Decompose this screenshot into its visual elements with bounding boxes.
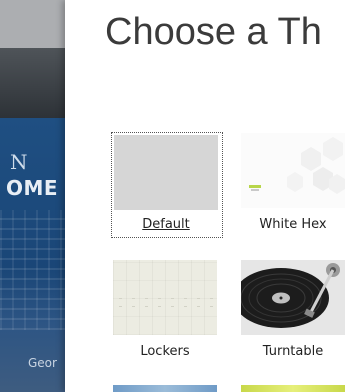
theme-label-default[interactable]: Default (114, 217, 218, 232)
background-band (0, 48, 65, 118)
theme-thumbnail-turntable[interactable] (241, 260, 345, 335)
theme-thumbnail-default[interactable] (114, 135, 218, 210)
theme-chooser-modal: Choose a Th Default White Hex Lockers Tu… (65, 0, 349, 392)
background-sign-letter: N (10, 150, 29, 174)
theme-tile-turntable[interactable]: Turntable (241, 258, 349, 362)
background-photo: N OME Geor (0, 0, 65, 392)
modal-title: Choose a Th (105, 11, 322, 53)
lockers-pattern-icon (119, 298, 213, 307)
background-sign-word: OME (6, 176, 59, 200)
theme-label-white-hex[interactable]: White Hex (241, 217, 345, 232)
background-grid (0, 210, 65, 330)
theme-thumbnail-lockers[interactable] (113, 260, 217, 335)
theme-thumbnail-next-row-2[interactable] (241, 385, 345, 392)
background-caption: Geor (28, 356, 57, 370)
theme-tile-white-hex[interactable]: White Hex (241, 133, 349, 233)
theme-label-turntable[interactable]: Turntable (241, 344, 345, 359)
theme-thumbnail-next-row-1[interactable] (113, 385, 217, 392)
theme-tile-default[interactable]: Default (111, 132, 223, 238)
theme-thumbnail-white-hex[interactable] (241, 133, 345, 208)
theme-tile-lockers[interactable]: Lockers (111, 258, 221, 362)
background-top (0, 0, 65, 48)
white-hex-pattern-icon (249, 137, 345, 194)
turntable-icon (241, 260, 345, 335)
theme-label-lockers[interactable]: Lockers (113, 344, 217, 359)
